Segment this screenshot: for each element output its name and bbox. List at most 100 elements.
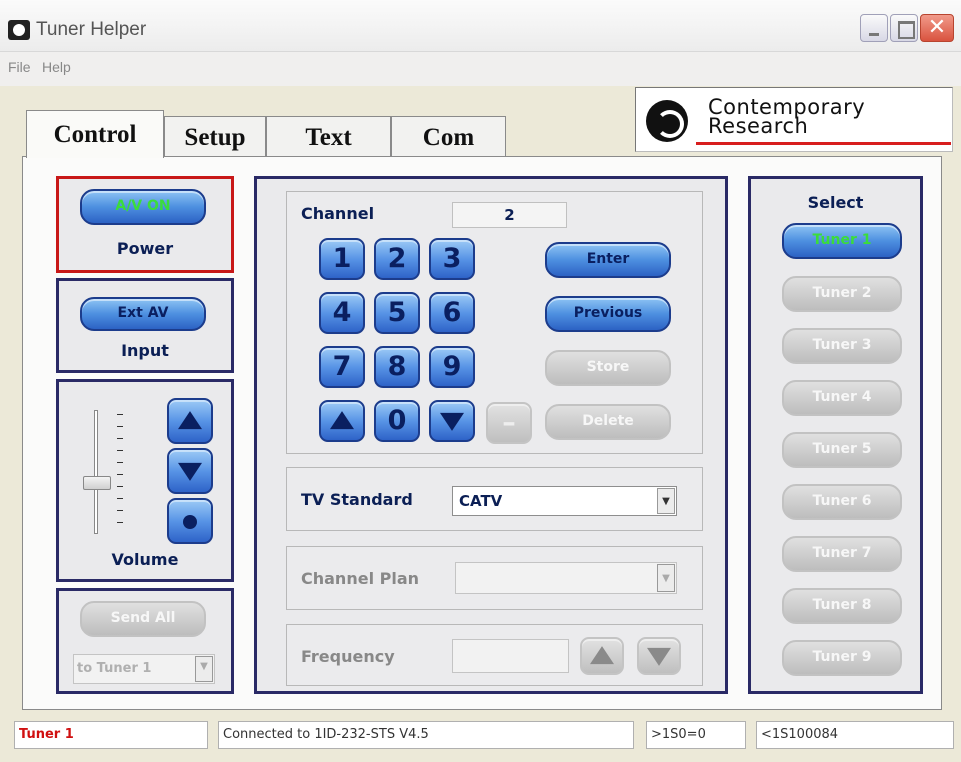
send-target-value: to Tuner 1: [77, 661, 152, 676]
tuner-8-button[interactable]: Tuner 8: [782, 588, 902, 624]
window-title: Tuner Helper: [36, 19, 147, 40]
tab-setup-label: Setup: [184, 124, 246, 151]
tuner-7-button[interactable]: Tuner 7: [782, 536, 902, 572]
mute-button[interactable]: [167, 498, 213, 544]
volume-slider-thumb[interactable]: [83, 476, 111, 490]
key-9-button[interactable]: 9: [429, 346, 475, 388]
key-7-button[interactable]: 7: [319, 346, 365, 388]
channel-up-button[interactable]: [319, 400, 365, 442]
title-bar[interactable]: Tuner Helper ✕: [0, 0, 961, 52]
channel-down-button[interactable]: [429, 400, 475, 442]
send-group: Send All to Tuner 1 ▼: [56, 588, 234, 694]
tv-standard-label: TV Standard: [301, 490, 413, 509]
status-rx: <1S100084: [756, 721, 954, 749]
tuner-2-button[interactable]: Tuner 2: [782, 276, 902, 312]
volume-down-button[interactable]: [167, 448, 213, 494]
input-group: Ext AV Input: [56, 278, 234, 373]
key-0-button[interactable]: 0: [374, 400, 420, 442]
send-all-button[interactable]: Send All: [80, 601, 206, 637]
dot-icon: [183, 515, 197, 529]
status-connection: Connected to 1ID-232-STS V4.5: [218, 721, 634, 749]
power-label: Power: [116, 239, 174, 258]
tab-control-label: Control: [53, 121, 137, 148]
previous-button[interactable]: Previous: [545, 296, 671, 332]
app-icon: [8, 20, 30, 40]
menu-bar: File Help: [0, 52, 961, 86]
tab-text[interactable]: Text: [266, 116, 391, 156]
tuner-9-button[interactable]: Tuner 9: [782, 640, 902, 676]
tv-standard-dropdown[interactable]: CATV ▼: [452, 486, 677, 516]
input-label: Input: [121, 341, 169, 360]
channel-group: Channel 2 1 2 3 4 5 6 7 8 9 0 – Enter Pr…: [254, 176, 728, 694]
logo-mark-icon: [646, 100, 688, 142]
chevron-down-icon: ▼: [657, 564, 675, 592]
input-button[interactable]: Ext AV: [80, 297, 206, 331]
frequency-box: Frequency: [286, 624, 703, 686]
logo-line2: Research: [708, 114, 809, 138]
enter-button[interactable]: Enter: [545, 242, 671, 278]
tab-com-label: Com: [422, 124, 475, 151]
company-logo: Contemporary Research: [635, 87, 953, 152]
tuner-3-button[interactable]: Tuner 3: [782, 328, 902, 364]
app-window: Tuner Helper ✕ File Help Contemporary Re…: [0, 0, 961, 762]
frequency-label: Frequency: [301, 647, 395, 666]
down-arrow-icon: [178, 462, 202, 481]
tab-com[interactable]: Com: [391, 116, 506, 156]
close-icon: ✕: [927, 15, 947, 40]
tab-control[interactable]: Control: [26, 110, 164, 158]
tuner-select-group: Select Tuner 1 Tuner 2 Tuner 3 Tuner 4 T…: [748, 176, 923, 694]
key-1-button[interactable]: 1: [319, 238, 365, 280]
key-6-button[interactable]: 6: [429, 292, 475, 334]
down-arrow-icon: [440, 412, 464, 431]
status-tx: >1S0=0: [646, 721, 746, 749]
dash-button[interactable]: –: [486, 402, 532, 444]
maximize-button[interactable]: [890, 14, 918, 42]
volume-track: [94, 410, 98, 534]
volume-up-button[interactable]: [167, 398, 213, 444]
send-target-dropdown[interactable]: to Tuner 1 ▼: [73, 654, 215, 684]
tv-standard-box: TV Standard CATV ▼: [286, 467, 703, 531]
volume-group: Volume: [56, 379, 234, 582]
up-arrow-icon: [178, 411, 202, 430]
up-arrow-icon: [330, 411, 354, 430]
key-4-button[interactable]: 4: [319, 292, 365, 334]
tab-text-label: Text: [305, 124, 352, 151]
tuner-6-button[interactable]: Tuner 6: [782, 484, 902, 520]
tuner-1-button[interactable]: Tuner 1: [782, 223, 902, 259]
down-arrow-icon: [647, 647, 671, 666]
tv-standard-value: CATV: [459, 492, 503, 510]
frequency-field[interactable]: [452, 639, 569, 673]
channel-value: 2: [504, 206, 515, 224]
minimize-button[interactable]: [860, 14, 888, 42]
channel-plan-label: Channel Plan: [301, 569, 420, 588]
close-button[interactable]: ✕: [920, 14, 954, 42]
key-2-button[interactable]: 2: [374, 238, 420, 280]
channel-display: 2: [452, 202, 567, 228]
menu-file[interactable]: File: [8, 59, 31, 75]
up-arrow-icon: [590, 646, 614, 665]
tuner-4-button[interactable]: Tuner 4: [782, 380, 902, 416]
power-group: A/V ON Power: [56, 176, 234, 273]
logo-underline: [696, 142, 951, 145]
key-3-button[interactable]: 3: [429, 238, 475, 280]
key-5-button[interactable]: 5: [374, 292, 420, 334]
tuner-5-button[interactable]: Tuner 5: [782, 432, 902, 468]
store-button[interactable]: Store: [545, 350, 671, 386]
frequency-down-button[interactable]: [637, 637, 681, 675]
key-8-button[interactable]: 8: [374, 346, 420, 388]
logo-text: Contemporary Research: [708, 97, 865, 138]
delete-button[interactable]: Delete: [545, 404, 671, 440]
volume-label: Volume: [111, 550, 179, 569]
chevron-down-icon: ▼: [195, 656, 213, 682]
channel-plan-box: Channel Plan ▼: [286, 546, 703, 610]
channel-plan-dropdown[interactable]: ▼: [455, 562, 677, 594]
menu-help[interactable]: Help: [42, 59, 71, 75]
channel-box: Channel 2 1 2 3 4 5 6 7 8 9 0 – Enter Pr…: [286, 191, 703, 454]
channel-label: Channel: [301, 204, 375, 223]
tab-setup[interactable]: Setup: [164, 116, 266, 156]
power-button[interactable]: A/V ON: [80, 189, 206, 225]
select-label: Select: [807, 193, 864, 212]
volume-ticks: [117, 414, 123, 524]
frequency-up-button[interactable]: [580, 637, 624, 675]
status-tuner: Tuner 1: [14, 721, 208, 749]
